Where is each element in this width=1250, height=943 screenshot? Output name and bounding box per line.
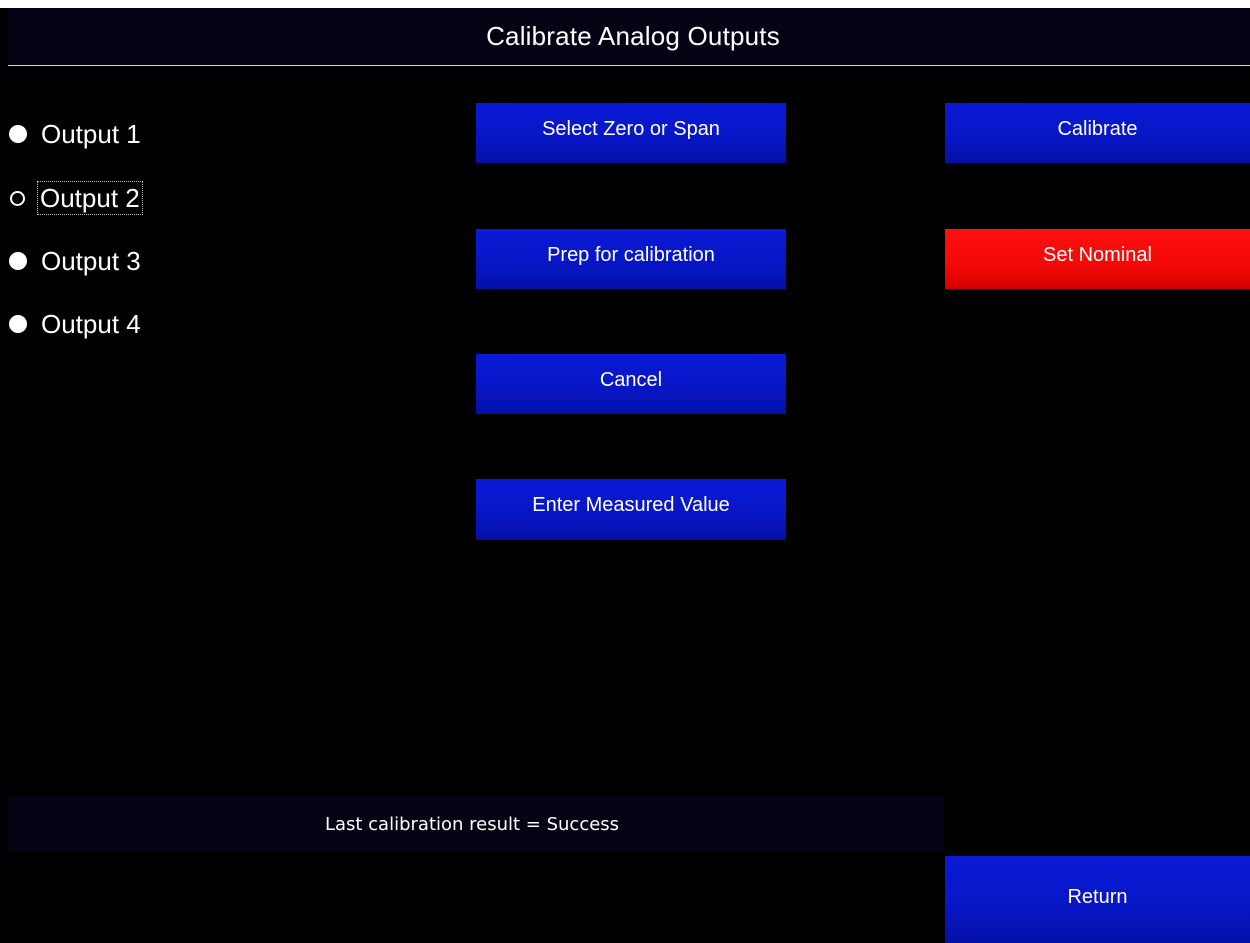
radio-unselected-icon xyxy=(9,125,27,143)
status-bar: Last calibration result = Success xyxy=(8,796,944,852)
enter-measured-value-button[interactable]: Enter Measured Value xyxy=(476,479,786,540)
radio-unselected-icon xyxy=(9,315,27,333)
return-button[interactable]: Return xyxy=(945,856,1250,943)
radio-output-2[interactable]: Output 2 xyxy=(0,176,143,220)
select-zero-span-button[interactable]: Select Zero or Span xyxy=(476,103,786,163)
radio-selected-icon xyxy=(10,190,25,206)
radio-unselected-icon xyxy=(9,252,27,270)
window-top-edge xyxy=(0,0,1250,8)
radio-output-4[interactable]: Output 4 xyxy=(0,302,143,346)
radio-label: Output 4 xyxy=(41,309,141,339)
radio-label: Output 3 xyxy=(41,246,141,276)
set-nominal-button[interactable]: Set Nominal xyxy=(945,229,1250,289)
cancel-button[interactable]: Cancel xyxy=(476,354,786,414)
page-title: Calibrate Analog Outputs xyxy=(486,21,780,51)
calibration-result-text: Last calibration result = Success xyxy=(324,813,620,835)
title-bar: Calibrate Analog Outputs xyxy=(8,8,1250,66)
radio-label: Output 1 xyxy=(41,119,141,149)
radio-output-1[interactable]: Output 1 xyxy=(0,112,143,156)
radio-output-3[interactable]: Output 3 xyxy=(0,239,143,283)
prep-calibration-button[interactable]: Prep for calibration xyxy=(476,229,786,289)
radio-label: Output 2 xyxy=(37,181,143,215)
calibrate-button[interactable]: Calibrate xyxy=(945,103,1250,163)
